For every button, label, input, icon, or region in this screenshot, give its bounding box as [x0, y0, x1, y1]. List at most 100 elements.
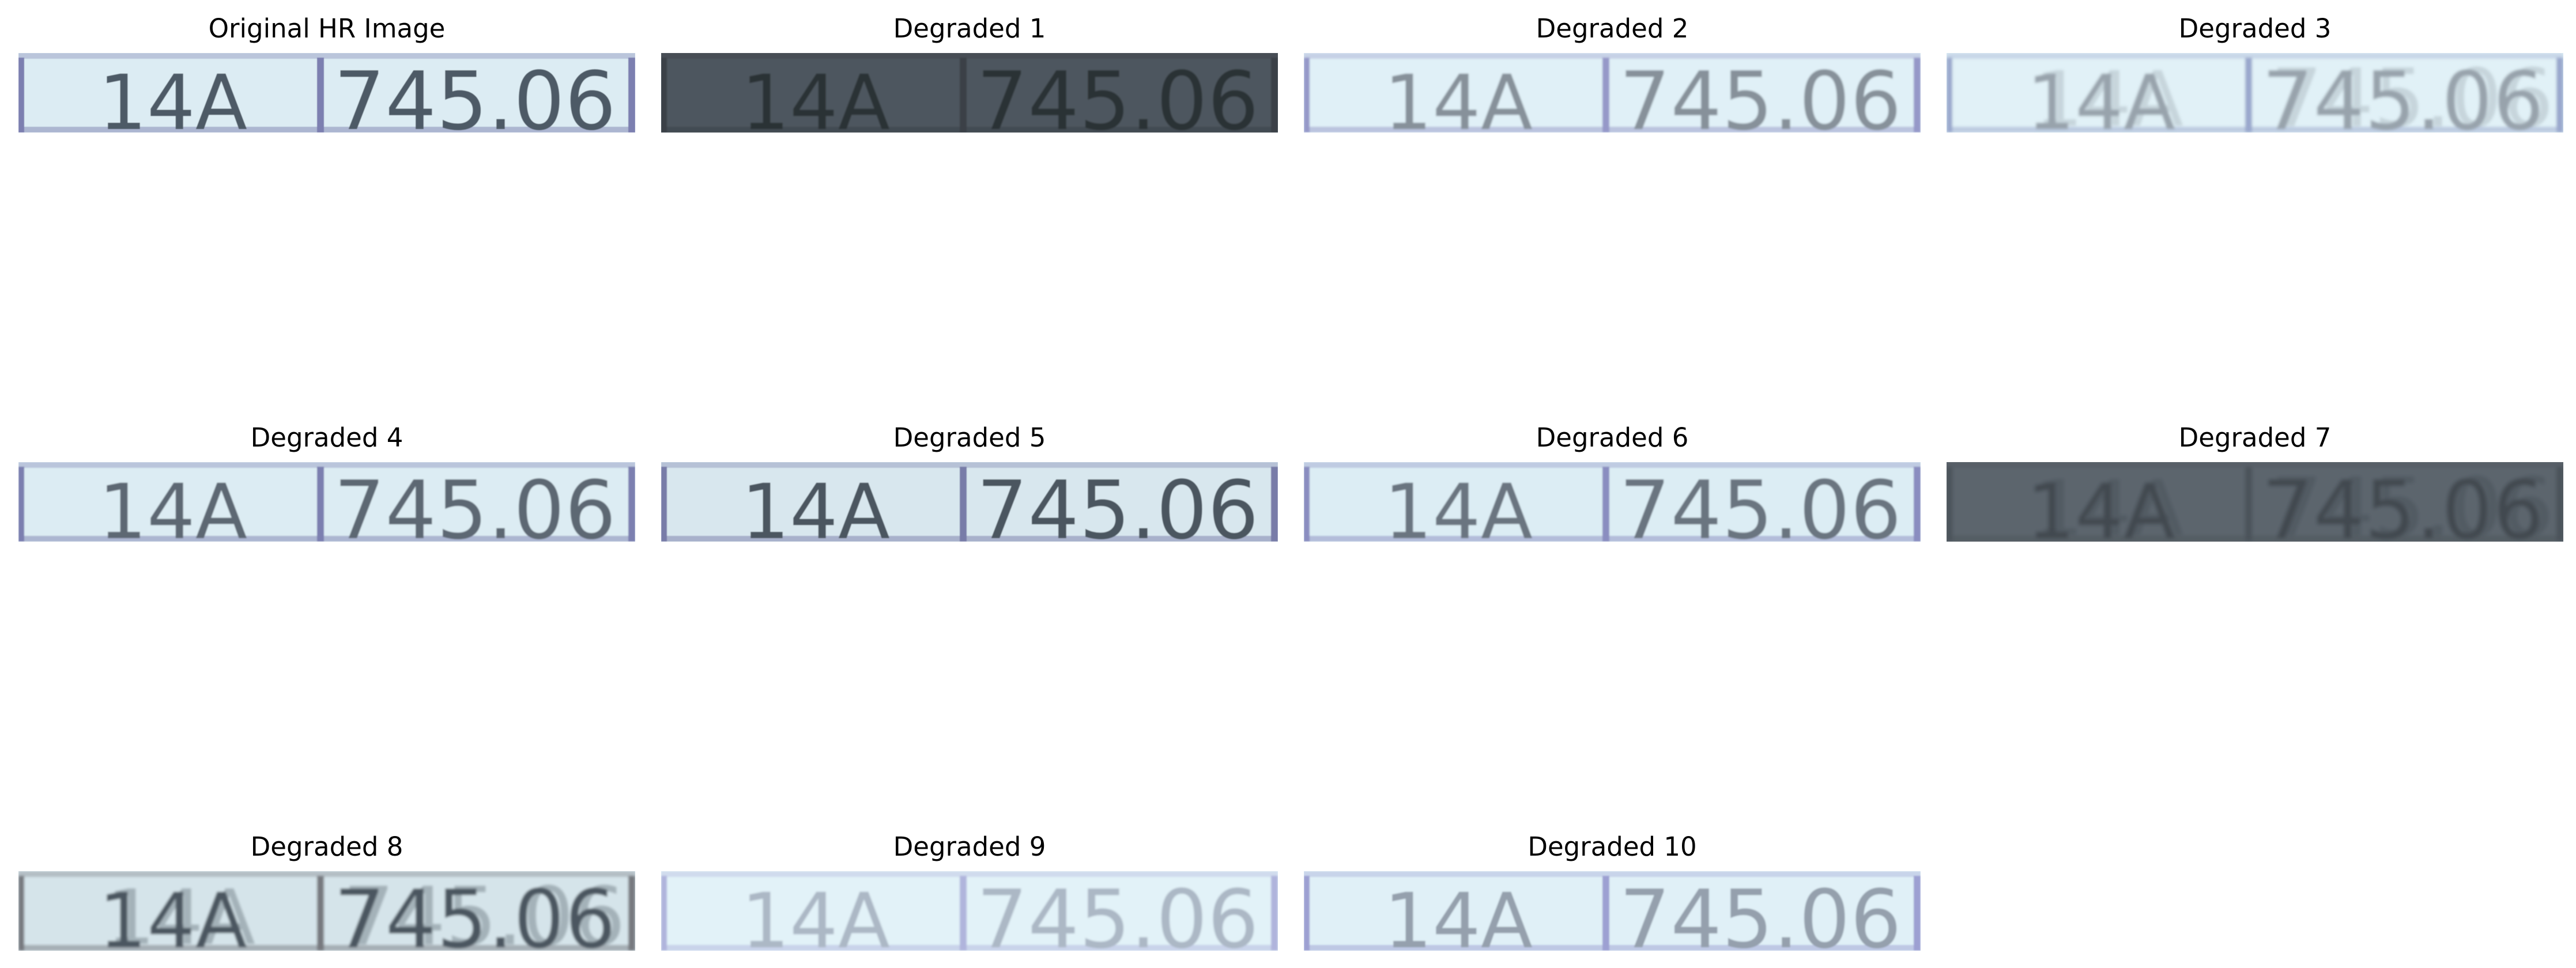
plate-frame-edge	[2245, 467, 2252, 542]
plate-text: 745.06	[334, 55, 616, 133]
license-plate-crop: 14A 745.06	[661, 462, 1278, 542]
plate-frame-edge	[628, 876, 635, 951]
plate-frame-edge	[317, 58, 324, 133]
panel-title: Degraded 10	[1528, 831, 1697, 862]
panel-title: Degraded 2	[1536, 13, 1689, 44]
license-plate-crop: 14A 745.06	[1304, 462, 1921, 542]
panel-3: Degraded 2 14A 745.06	[1304, 6, 1921, 134]
panel-title: Degraded 7	[2178, 422, 2332, 453]
plate-frame-edge	[661, 876, 667, 951]
plate-frame-edge	[1602, 876, 1609, 951]
plate-frame-edge	[1271, 467, 1278, 542]
plate-text: 14A	[2027, 468, 2175, 542]
plate-frame-edge	[1304, 467, 1310, 542]
panel-10: Degraded 9 14A 745.06	[661, 824, 1278, 952]
panel-title: Degraded 8	[250, 831, 403, 862]
image-grid: Original HR Image 14A 745.06 Degraded 1 14A 7…	[0, 0, 2576, 968]
plate-frame-edge	[960, 876, 967, 951]
plate-frame-edge	[661, 58, 667, 133]
plate-image: 14A 745.06	[1304, 871, 1921, 951]
panel-title: Degraded 3	[2178, 13, 2332, 44]
plate-image: 14A 745.06	[661, 53, 1278, 133]
plate-image: 14A 745.06	[1304, 53, 1921, 133]
license-plate-crop: 14A 745.06	[661, 871, 1278, 951]
plate-text: 745.06	[2262, 55, 2544, 133]
license-plate-crop: 14A 745.0614A 745.06	[1947, 462, 2563, 542]
plate-frame-edge	[18, 876, 24, 951]
panel-5: Degraded 4 14A 745.06	[18, 415, 635, 543]
plate-image: 14A 745.06 14A 745.06	[1947, 53, 2563, 133]
plate-frame-edge	[2245, 58, 2252, 133]
plate-text: 14A	[741, 59, 890, 133]
plate-text: 745.06	[334, 873, 616, 951]
license-plate-crop: 14A 745.06	[661, 53, 1278, 133]
plate-frame-edge	[1914, 467, 1921, 542]
plate-frame-edge	[1271, 876, 1278, 951]
plate-image: 14A 745.06 14A 745.06	[1947, 462, 2563, 542]
plate-text: 745.06	[976, 873, 1259, 951]
panel-title: Degraded 9	[893, 831, 1046, 862]
plate-text: 745.06	[1619, 55, 1902, 133]
panel-8: Degraded 7 14A 745.06 14A 745.06	[1947, 415, 2563, 543]
plate-frame-edge	[1602, 58, 1609, 133]
plate-text: 14A	[741, 468, 890, 542]
panel-title: Degraded 6	[1536, 422, 1689, 453]
panel-title: Degraded 5	[893, 422, 1046, 453]
plate-text: 14A	[99, 59, 247, 133]
plate-image: 14A 745.06	[1304, 462, 1921, 542]
panel-2: Degraded 1 14A 745.06	[661, 6, 1278, 134]
plate-frame-edge	[960, 58, 967, 133]
panel-7: Degraded 6 14A 745.06	[1304, 415, 1921, 543]
license-plate-crop: 14A 745.06	[18, 53, 635, 133]
plate-frame-edge	[1947, 467, 1952, 542]
plate-frame-edge	[2556, 58, 2563, 133]
plate-text: 745.06	[976, 55, 1259, 133]
plate-text: 745.06	[976, 464, 1259, 542]
plate-image: 14A 745.06	[18, 53, 635, 133]
plate-frame-edge	[18, 467, 24, 542]
plate-text: 14A	[741, 877, 890, 951]
plate-image: 14A 745.06	[18, 462, 635, 542]
panel-1: Original HR Image 14A 745.06	[18, 6, 635, 134]
plate-text: 745.06	[334, 464, 616, 542]
plate-frame-edge	[18, 58, 24, 133]
license-plate-crop: 14A 745.06	[1304, 53, 1921, 133]
panel-11: Degraded 10 14A 745.06	[1304, 824, 1921, 952]
plate-frame-edge	[2556, 467, 2563, 542]
plate-image: 14A 745.06 14A 745.06	[18, 871, 635, 951]
plate-text: 745.06	[2262, 464, 2544, 542]
license-plate-crop: 14A 745.0614A 745.06	[18, 871, 635, 951]
plate-text: 14A	[1384, 468, 1533, 542]
plate-frame-edge	[317, 467, 324, 542]
panel-4: Degraded 3 14A 745.06 14A 745.06	[1947, 6, 2563, 134]
plate-frame-edge	[628, 58, 635, 133]
plate-text: 14A	[2027, 59, 2175, 133]
plate-frame-edge	[1304, 876, 1310, 951]
plate-frame-edge	[1914, 876, 1921, 951]
plate-text: 745.06	[1619, 873, 1902, 951]
panel-title: Degraded 1	[893, 13, 1046, 44]
plate-frame-edge	[1602, 467, 1609, 542]
panel-6: Degraded 5 14A 745.06	[661, 415, 1278, 543]
plate-frame-edge	[1304, 58, 1310, 133]
plate-frame-edge	[1914, 58, 1921, 133]
plate-frame-edge	[1947, 58, 1952, 133]
plate-frame-edge	[960, 467, 967, 542]
plate-image: 14A 745.06	[661, 462, 1278, 542]
panel-title: Degraded 4	[250, 422, 403, 453]
plate-frame-edge	[661, 467, 667, 542]
plate-text: 14A	[1384, 59, 1533, 133]
license-plate-crop: 14A 745.0614A 745.06	[1947, 53, 2563, 133]
plate-text: 14A	[99, 877, 247, 951]
plate-frame-edge	[628, 467, 635, 542]
plate-image: 14A 745.06	[661, 871, 1278, 951]
panel-title: Original HR Image	[208, 13, 446, 44]
plate-frame-edge	[317, 876, 324, 951]
plate-text: 745.06	[1619, 464, 1902, 542]
license-plate-crop: 14A 745.06	[1304, 871, 1921, 951]
panel-9: Degraded 8 14A 745.06 14A 745.06	[18, 824, 635, 952]
plate-text: 14A	[1384, 877, 1533, 951]
plate-text: 14A	[99, 468, 247, 542]
license-plate-crop: 14A 745.06	[18, 462, 635, 542]
plate-frame-edge	[1271, 58, 1278, 133]
